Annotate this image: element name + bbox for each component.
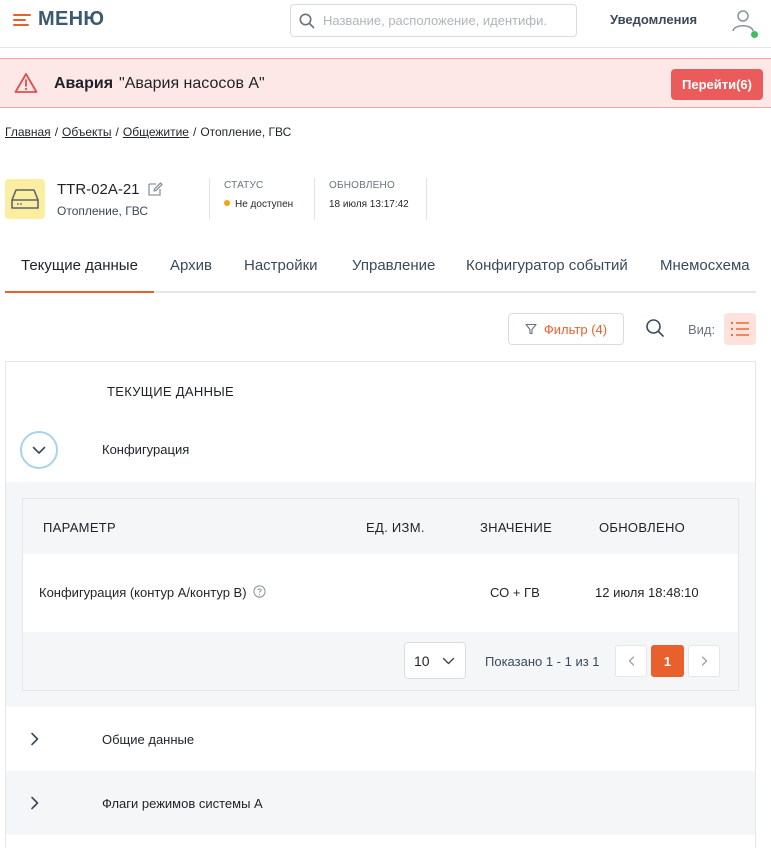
device-icon: [5, 179, 45, 219]
tab-settings[interactable]: Настройки: [244, 257, 318, 274]
tab-event-configurator[interactable]: Конфигуратор событий: [466, 257, 628, 274]
filter-label: Фильтр (4): [543, 321, 608, 337]
pagination-info: Показано 1 - 1 из 1: [485, 654, 600, 669]
list-icon: [730, 321, 749, 337]
parameters-table: ПАРАМЕТР ЕД. ИЗМ. ЗНАЧЕНИЕ ОБНОВЛЕНО Кон…: [22, 498, 739, 691]
card-title: ТЕКУЩИЕ ДАННЫЕ: [107, 384, 235, 399]
filter-button[interactable]: Фильтр (4): [508, 313, 624, 345]
list-view-button[interactable]: [724, 313, 756, 345]
section-configuration[interactable]: Конфигурация: [102, 442, 189, 457]
alarm-banner: Авария "Авария насосов А" Перейти(6): [0, 58, 771, 108]
section-row-flags[interactable]: Флаги режимов системы А: [6, 771, 755, 835]
chevron-right-icon: [701, 656, 707, 666]
status-text: Не доступен: [235, 199, 294, 210]
collapse-button[interactable]: [20, 431, 58, 469]
menu-button[interactable]: МЕНЮ: [13, 8, 104, 31]
breadcrumb-separator: /: [115, 125, 119, 139]
breadcrumb-current: Отопление, ГВС: [200, 125, 292, 139]
alarm-name: "Авария насосов А": [119, 75, 265, 92]
column-value: ЗНАЧЕНИЕ: [480, 520, 553, 535]
status-value: Не доступен: [224, 199, 293, 210]
section-general-data[interactable]: Общие данные: [102, 732, 194, 747]
tab-current-data[interactable]: Текущие данные: [21, 257, 138, 274]
page-size-value: 10: [414, 652, 430, 669]
user-icon: [732, 10, 754, 32]
notifications-link[interactable]: Уведомления: [610, 12, 697, 27]
parameter-name: Конфигурация (контур А/контур В): [39, 585, 247, 600]
edit-icon[interactable]: [147, 181, 163, 197]
alarm-message: Авария "Авария насосов А": [54, 75, 265, 93]
chevron-down-icon: [32, 446, 46, 454]
user-menu-button[interactable]: [730, 8, 760, 38]
help-icon[interactable]: [252, 585, 266, 598]
column-parameter: ПАРАМЕТР: [43, 520, 116, 535]
section-mode-flags-a[interactable]: Флаги режимов системы А: [102, 796, 263, 811]
cell-value: СО + ГВ: [490, 585, 540, 600]
filter-icon: [525, 323, 537, 335]
search-icon: [299, 13, 315, 28]
column-updated: ОБНОВЛЕНО: [599, 520, 686, 535]
divider: [209, 178, 210, 220]
chevron-down-icon: [442, 657, 455, 665]
tab-control[interactable]: Управление: [352, 257, 435, 274]
cell-parameter: Конфигурация (контур А/контур В): [39, 585, 266, 600]
updated-label: ОБНОВЛЕНО: [329, 180, 395, 191]
table-header: ПАРАМЕТР ЕД. ИЗМ. ЗНАЧЕНИЕ ОБНОВЛЕНО: [23, 499, 738, 554]
next-page-button[interactable]: [688, 645, 720, 677]
breadcrumb-separator: /: [54, 125, 59, 139]
breadcrumb-dormitory[interactable]: Общежитие: [123, 125, 189, 139]
divider: [426, 178, 427, 220]
online-status-dot: [751, 31, 758, 38]
table-row[interactable]: Конфигурация (контур А/контур В) СО + ГВ…: [23, 554, 738, 632]
status-label: СТАТУС: [224, 180, 264, 191]
breadcrumb-home[interactable]: Главная: [5, 125, 51, 139]
hard-drive-icon: [11, 189, 39, 209]
breadcrumb-objects[interactable]: Объекты: [62, 125, 112, 139]
chevron-right-icon: [31, 796, 39, 810]
section-row-general[interactable]: Общие данные: [6, 707, 755, 771]
cell-updated: 12 июля 18:48:10: [595, 585, 699, 600]
menu-label: МЕНЮ: [38, 8, 105, 30]
search-icon[interactable]: [645, 318, 665, 338]
page-button-current[interactable]: 1: [651, 645, 684, 677]
device-subtitle: Отопление, ГВС: [57, 204, 148, 218]
go-to-alarms-button[interactable]: Перейти(6): [671, 69, 763, 100]
top-bar: МЕНЮ Уведомления: [0, 0, 771, 48]
column-unit: ЕД. ИЗМ.: [366, 520, 425, 535]
tab-archive[interactable]: Архив: [170, 257, 212, 274]
view-label: Вид:: [688, 322, 716, 337]
device-name: TTR-02A-21: [57, 181, 140, 198]
breadcrumb-separator: /: [192, 125, 197, 139]
chevron-left-icon: [628, 656, 634, 666]
prev-page-button[interactable]: [615, 645, 647, 677]
status-dot: [224, 200, 230, 206]
current-data-card: ТЕКУЩИЕ ДАННЫЕ Конфигурация ПАРАМЕТР ЕД.…: [5, 361, 756, 848]
breadcrumb: Главная / Объекты / Общежитие / Отопление, ГВС: [5, 125, 291, 139]
alarm-kind: Авария: [54, 75, 114, 92]
search-input[interactable]: [323, 13, 563, 28]
divider: [314, 178, 315, 220]
updated-value: 18 июля 13:17:42: [329, 199, 409, 210]
page-size-select[interactable]: 10: [404, 642, 466, 679]
warning-triangle-icon: [14, 73, 38, 93]
search-box[interactable]: [290, 4, 577, 37]
tab-mnemonic-diagram[interactable]: Мнемосхема: [660, 257, 750, 274]
hamburger-icon: [13, 13, 31, 27]
active-tab-indicator: [5, 291, 154, 293]
chevron-right-icon: [31, 732, 39, 746]
tab-bar: Текущие данные Архив Настройки Управлени…: [5, 240, 756, 293]
